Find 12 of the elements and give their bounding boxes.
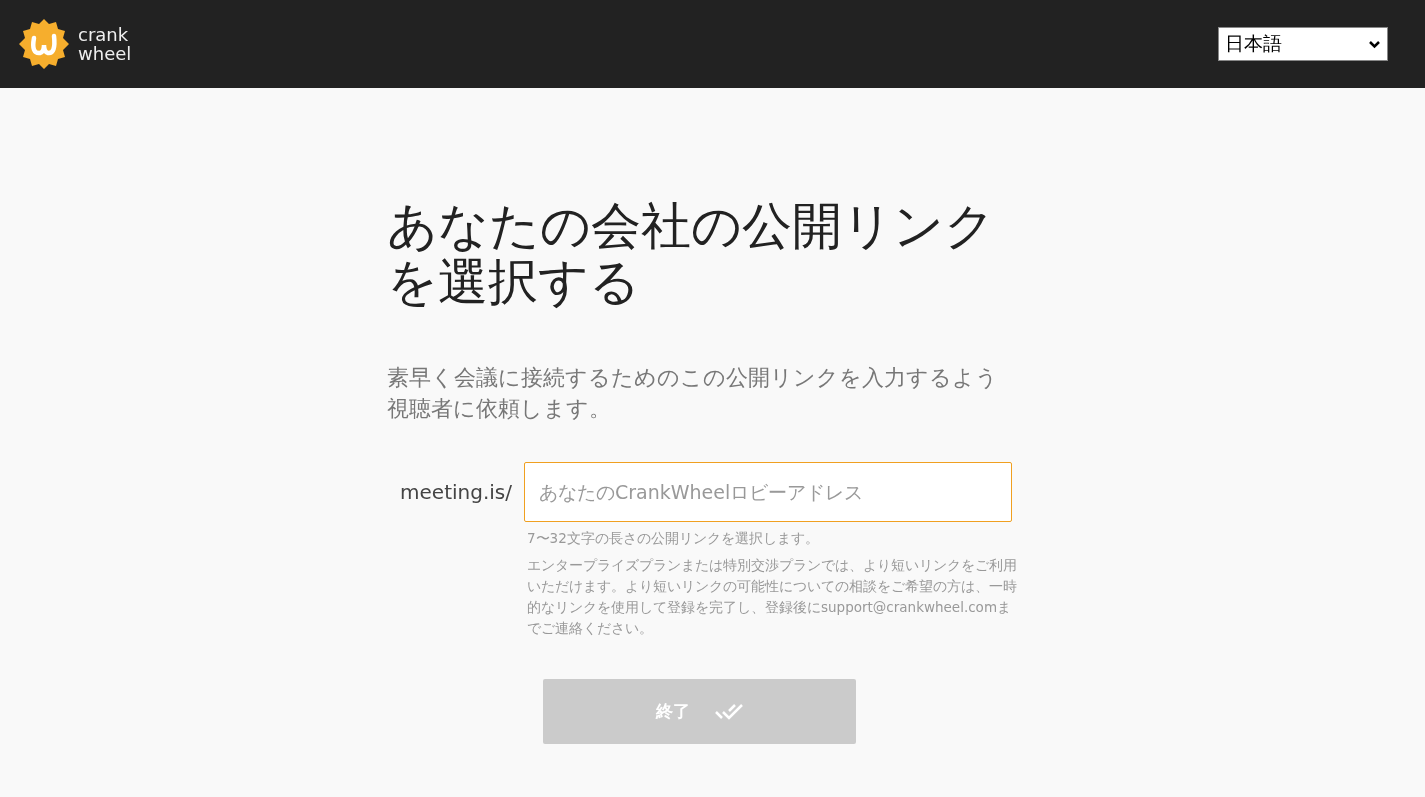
hint-text: 7〜32文字の長さの公開リンクを選択します。	[527, 529, 820, 548]
chevron-down-icon	[1368, 39, 1381, 49]
double-check-icon	[713, 701, 744, 722]
url-prefix: meeting.is/	[399, 480, 512, 504]
logo-icon	[18, 18, 70, 70]
logo-text: crank	[78, 25, 130, 44]
hint-text: エンタープライズプランまたは特別交渉プランでは、より短いリンクをご利用いただけます。より短いリンクの可能性についての相談をご希望の方は、一時的なリンクを使用して登録を完了し、登録後にsupport@crankwheel.comまでご連絡ください。	[527, 556, 1017, 638]
page-title: あなたの会社の公開リンクを選択する	[387, 198, 996, 310]
lobby-address-field[interactable]: あなたのCrankWheelロビーアドレス	[524, 462, 1012, 522]
logo-text: wheel	[78, 44, 132, 63]
subtitle: 素早く会議に接続するためのこの公開リンクを入力するよう視聴者に依頼します。	[387, 364, 999, 423]
language-select[interactable]: 日本語	[1218, 27, 1388, 61]
